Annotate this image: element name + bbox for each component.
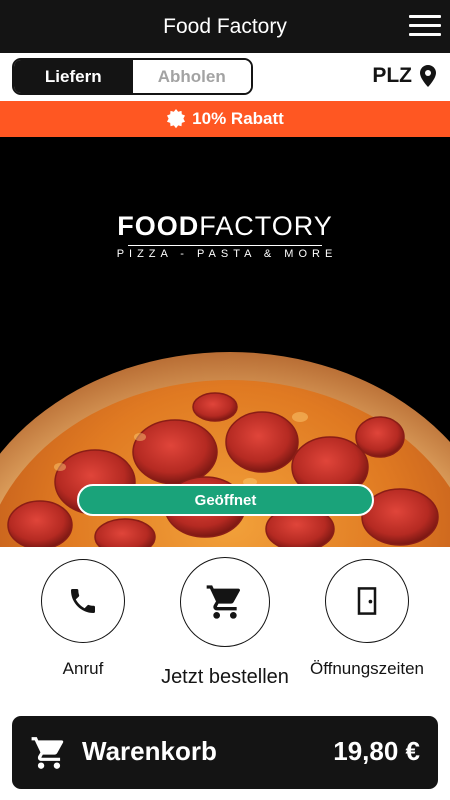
- opening-hours-button[interactable]: [325, 559, 409, 643]
- discount-text: 10% Rabatt: [192, 109, 284, 128]
- order-mode-toggle: Liefern Abholen: [12, 58, 253, 95]
- badge-icon: [167, 109, 186, 129]
- brand-wordmark: FOODFACTORY: [117, 211, 333, 241]
- cart-icon: [31, 737, 64, 769]
- app-title: Food Factory: [163, 15, 287, 38]
- door-icon: [357, 587, 377, 615]
- cart-icon: [206, 585, 240, 619]
- open-status-button[interactable]: Geöffnet: [77, 484, 374, 516]
- brand-logo: FOODFACTORY PIZZA - PASTA & MORE: [0, 211, 450, 260]
- call-button[interactable]: [41, 559, 125, 643]
- discount-banner: 10% Rabatt: [0, 101, 450, 137]
- cart-label: Warenkorb: [82, 736, 217, 766]
- order-now-action[interactable]: Jetzt bestellen: [161, 557, 289, 689]
- brand-tagline: PIZZA - PASTA & MORE: [116, 248, 338, 260]
- opening-hours-label: Öffnungszeiten: [309, 659, 425, 678]
- opening-hours-action[interactable]: Öffnungszeiten: [310, 559, 424, 679]
- call-label: Anruf: [62, 659, 104, 678]
- logo-divider: [128, 245, 322, 246]
- order-now-label: Jetzt bestellen: [161, 666, 289, 688]
- cart-bar[interactable]: Warenkorb 19,80 €: [12, 716, 438, 789]
- postcode-selector[interactable]: PLZ: [372, 64, 436, 88]
- hero-image: FOODFACTORY PIZZA - PASTA & MORE Geöffne…: [0, 137, 450, 547]
- call-action[interactable]: Anruf: [41, 559, 125, 679]
- postcode-label: PLZ: [372, 64, 412, 87]
- phone-icon: [71, 589, 95, 613]
- order-now-button[interactable]: [180, 557, 270, 647]
- location-pin-icon: [420, 65, 436, 87]
- hamburger-menu-icon[interactable]: [409, 14, 441, 38]
- tab-abholen[interactable]: Abholen: [132, 60, 251, 93]
- tab-liefern[interactable]: Liefern: [14, 60, 133, 93]
- app-screen: Food Factory Liefern Abholen PLZ 10% Rab…: [0, 0, 450, 800]
- top-bar: Food Factory: [0, 0, 450, 53]
- cart-total: 19,80 €: [333, 736, 420, 766]
